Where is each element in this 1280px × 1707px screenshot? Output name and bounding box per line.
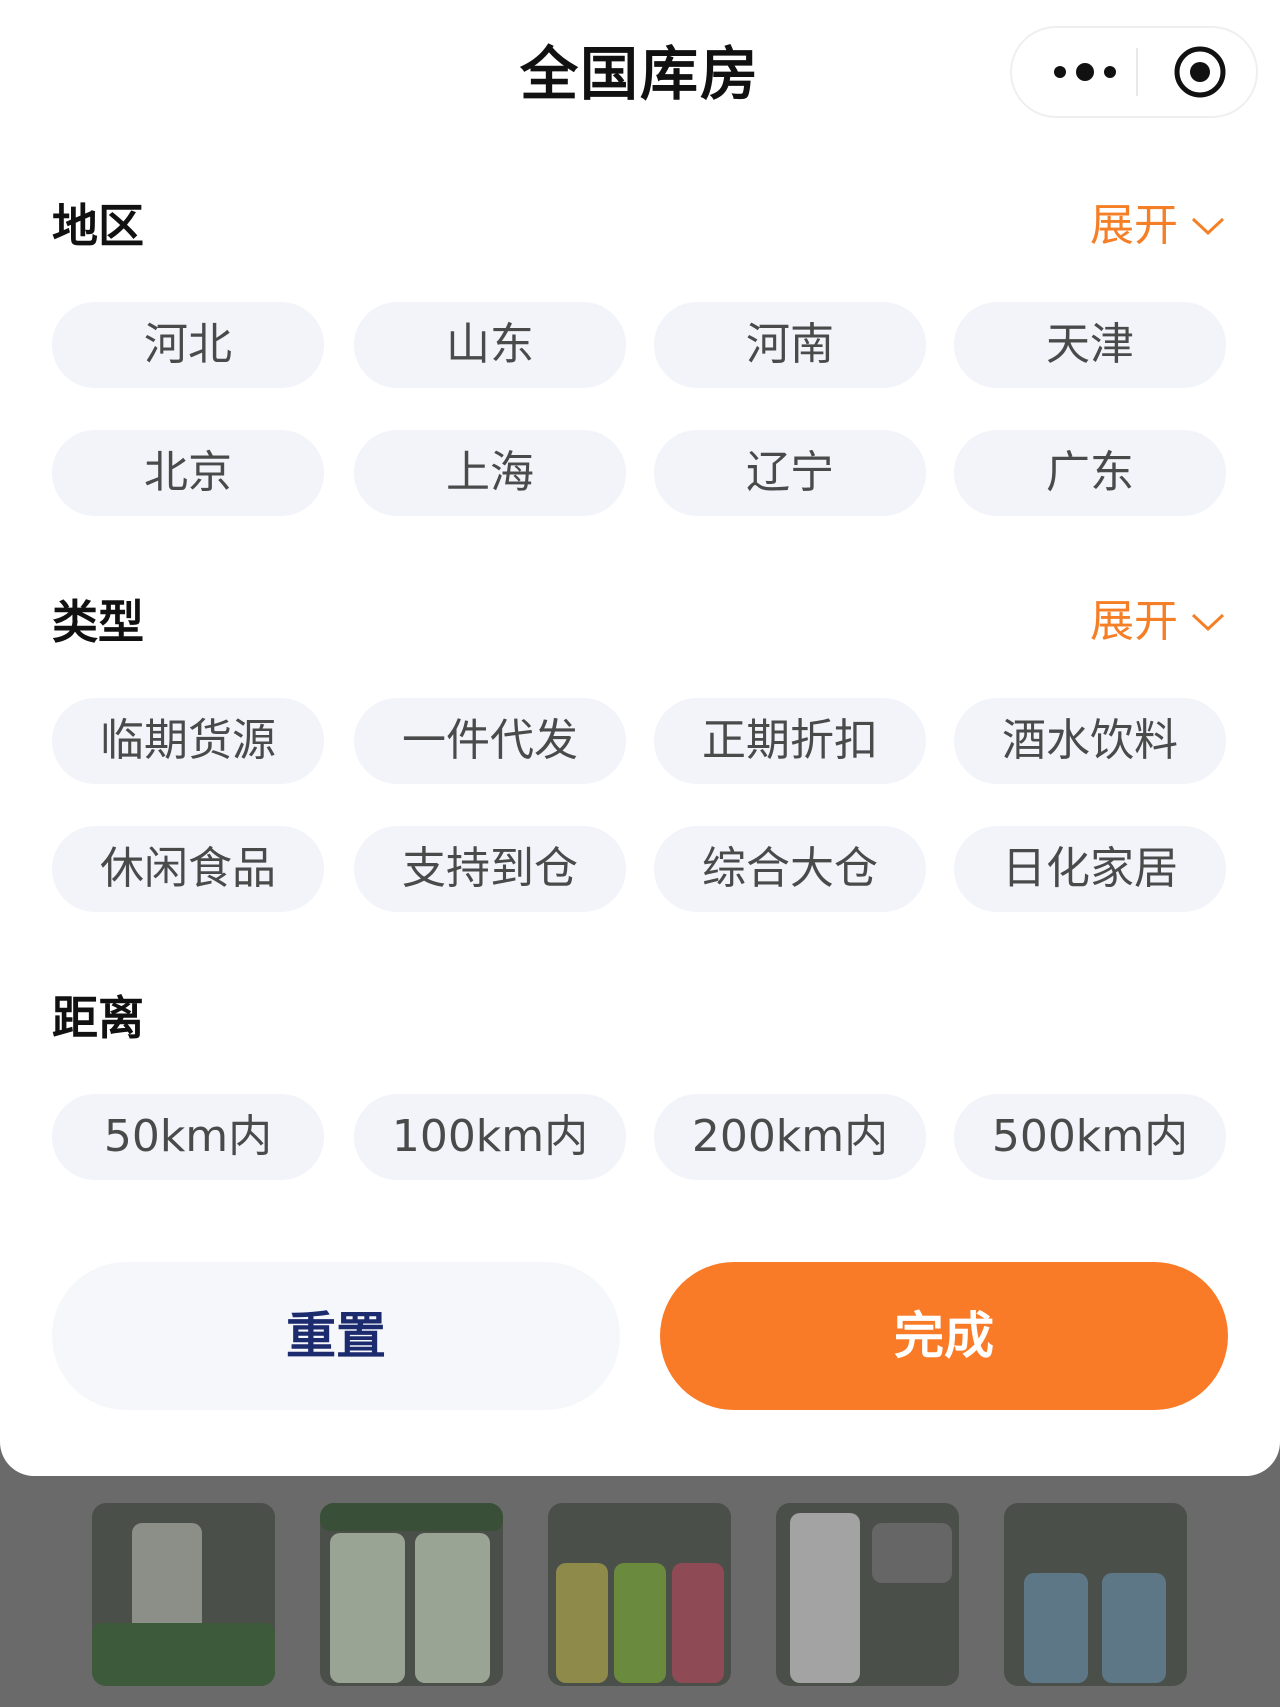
type-section-title: 类型 [52,595,144,649]
region-chip[interactable]: 山东 [354,302,626,388]
page-title: 全国库房 [519,40,760,108]
type-chip[interactable]: 支持到仓 [354,826,626,912]
region-chip[interactable]: 天津 [954,302,1226,388]
region-section-title: 地区 [52,199,144,253]
region-chip[interactable]: 辽宁 [654,430,926,516]
expand-label: 展开 [1090,200,1178,251]
product-thumbnail [776,1503,959,1686]
type-chip[interactable]: 综合大仓 [654,826,926,912]
chevron-down-icon [1191,217,1225,236]
region-chip[interactable]: 北京 [52,430,324,516]
expand-label: 展开 [1090,596,1178,647]
more-dots-icon[interactable] [1046,28,1126,116]
done-button[interactable]: 完成 [660,1262,1228,1410]
region-chip[interactable]: 河南 [654,302,926,388]
filter-sheet: 全国库房 地区 展开 河北 山东 河南 天津 北京 上海 辽宁 广东 类型 展开… [0,0,1280,1476]
mini-program-capsule [1010,26,1258,118]
type-chip[interactable]: 一件代发 [354,698,626,784]
type-expand-button[interactable]: 展开 [1090,592,1226,652]
product-thumbnail [320,1503,503,1686]
target-circle-icon[interactable] [1172,44,1228,100]
product-thumbnail [1004,1503,1187,1686]
region-chip[interactable]: 河北 [52,302,324,388]
chevron-down-icon [1191,613,1225,632]
capsule-divider [1136,48,1138,96]
type-chip[interactable]: 日化家居 [954,826,1226,912]
distance-chip[interactable]: 200km内 [654,1094,926,1180]
reset-button[interactable]: 重置 [52,1262,620,1410]
product-thumbnail [548,1503,731,1686]
type-chip[interactable]: 酒水饮料 [954,698,1226,784]
type-chip[interactable]: 临期货源 [52,698,324,784]
region-chip[interactable]: 广东 [954,430,1226,516]
type-chip[interactable]: 休闲食品 [52,826,324,912]
region-expand-button[interactable]: 展开 [1090,196,1226,256]
distance-chip[interactable]: 500km内 [954,1094,1226,1180]
region-chip[interactable]: 上海 [354,430,626,516]
distance-chip[interactable]: 50km内 [52,1094,324,1180]
type-chip[interactable]: 正期折扣 [654,698,926,784]
distance-section-title: 距离 [52,991,144,1045]
product-thumbnail [92,1503,275,1686]
distance-chip[interactable]: 100km内 [354,1094,626,1180]
